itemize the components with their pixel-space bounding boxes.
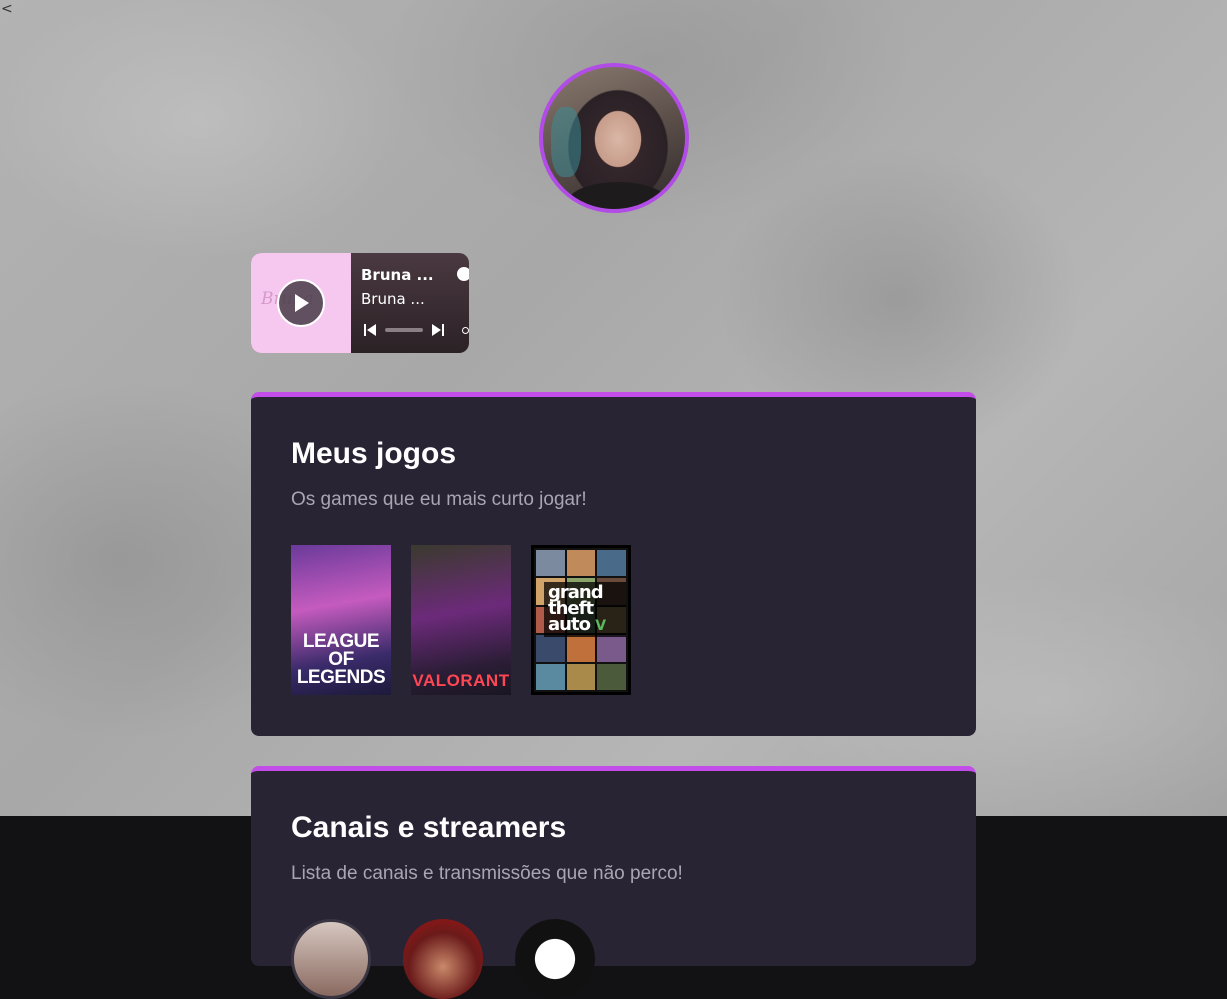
spotify-icon[interactable] — [457, 267, 469, 281]
album-cover: Bruna — [251, 253, 351, 353]
streamers-list — [291, 919, 936, 999]
streamer-avatar[interactable] — [515, 919, 595, 999]
play-icon — [295, 294, 309, 312]
game-gta-v[interactable]: grand theft auto V — [531, 545, 631, 695]
play-button[interactable] — [277, 279, 325, 327]
streamer-avatar[interactable] — [291, 919, 371, 999]
progress-bar[interactable] — [385, 328, 423, 332]
spotify-player[interactable]: Bruna Bruna ... Bruna ... — [251, 253, 469, 353]
track-info: Bruna ... Bruna ... — [351, 253, 469, 353]
streamer-avatar[interactable] — [403, 919, 483, 999]
track-title: Bruna ... — [361, 266, 434, 284]
games-list: LEAGUE OF LEGENDS VALORANT grand theft a… — [291, 545, 936, 695]
game-valorant[interactable]: VALORANT — [411, 545, 511, 695]
streamers-card: Canais e streamers Lista de canais e tra… — [251, 766, 976, 999]
game-league-of-legends[interactable]: LEAGUE OF LEGENDS — [291, 545, 391, 695]
previous-icon[interactable] — [363, 323, 377, 337]
player-controls — [363, 323, 445, 337]
games-subtitle: Os games que eu mais curto jogar! — [291, 489, 587, 510]
game-logo-numeral: V — [595, 618, 606, 634]
track-artist: Bruna ... — [361, 290, 425, 308]
games-title: Meus jogos — [291, 437, 457, 470]
games-card: Meus jogos Os games que eu mais curto jo… — [251, 392, 976, 736]
game-logo-text: VALORANT — [412, 671, 510, 690]
game-logo: grand theft auto V — [544, 582, 626, 637]
game-logo-text: LEAGUE OF LEGENDS — [296, 631, 386, 688]
next-icon[interactable] — [431, 323, 445, 337]
more-options-icon[interactable] — [462, 327, 469, 334]
back-link[interactable]: < — [1, 2, 13, 16]
streamers-subtitle: Lista de canais e transmissões que não p… — [291, 863, 683, 884]
streamers-title: Canais e streamers — [291, 811, 567, 844]
avatar — [539, 63, 689, 213]
